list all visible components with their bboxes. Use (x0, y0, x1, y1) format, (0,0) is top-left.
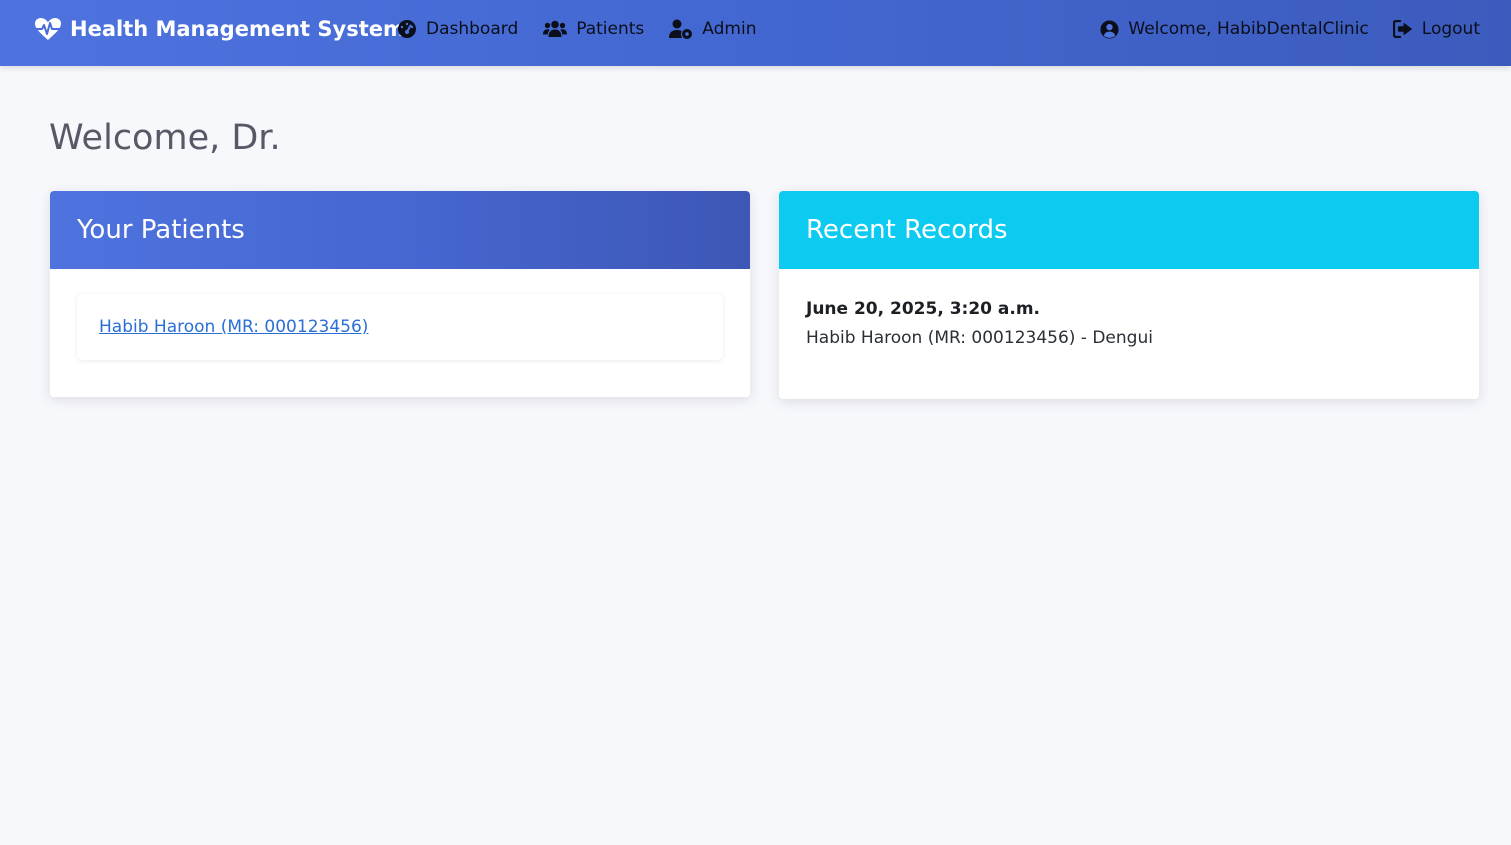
nav-dashboard[interactable]: Dashboard (397, 19, 518, 39)
patients-card-header: Your Patients (50, 191, 750, 269)
nav-admin[interactable]: Admin (669, 19, 756, 39)
user-welcome[interactable]: Welcome, HabibDentalClinic (1100, 19, 1369, 39)
records-card-title: Recent Records (806, 215, 1008, 245)
logout-label: Logout (1421, 19, 1480, 39)
patient-link[interactable]: Habib Haroon (MR: 000123456) (99, 317, 368, 337)
patient-list: Habib Haroon (MR: 000123456) (77, 294, 723, 360)
main-nav: Dashboard Patients Admin (397, 0, 756, 58)
patients-card: Your Patients Habib Haroon (MR: 00012345… (50, 191, 750, 397)
user-nav: Welcome, HabibDentalClinic Logout (1100, 0, 1480, 58)
brand-title: Health Management System (70, 17, 405, 41)
logout-link[interactable]: Logout (1392, 19, 1480, 39)
user-cog-icon (669, 19, 693, 39)
nav-dashboard-label: Dashboard (426, 19, 519, 39)
users-icon (543, 20, 568, 38)
record-item: June 20, 2025, 3:20 a.m. Habib Haroon (M… (806, 299, 1153, 348)
gauge-icon (397, 19, 417, 39)
record-date: June 20, 2025, 3:20 a.m. (806, 299, 1041, 319)
records-card: Recent Records June 20, 2025, 3:20 a.m. … (779, 191, 1479, 399)
brand-link[interactable]: Health Management System (34, 0, 405, 58)
nav-patients-label: Patients (576, 19, 645, 39)
user-welcome-label: Welcome, HabibDentalClinic (1128, 19, 1369, 39)
patients-card-title: Your Patients (77, 215, 245, 245)
nav-patients[interactable]: Patients (543, 19, 644, 39)
page-title: Welcome, Dr. (49, 118, 281, 158)
record-text: Habib Haroon (MR: 000123456) - Dengui (806, 328, 1153, 348)
user-circle-icon (1100, 19, 1119, 39)
top-navbar: Health Management System Dashboard Patie… (0, 0, 1511, 66)
nav-admin-label: Admin (702, 19, 757, 39)
sign-out-icon (1392, 20, 1413, 38)
heart-pulse-icon (34, 17, 62, 41)
records-card-header: Recent Records (779, 191, 1479, 269)
